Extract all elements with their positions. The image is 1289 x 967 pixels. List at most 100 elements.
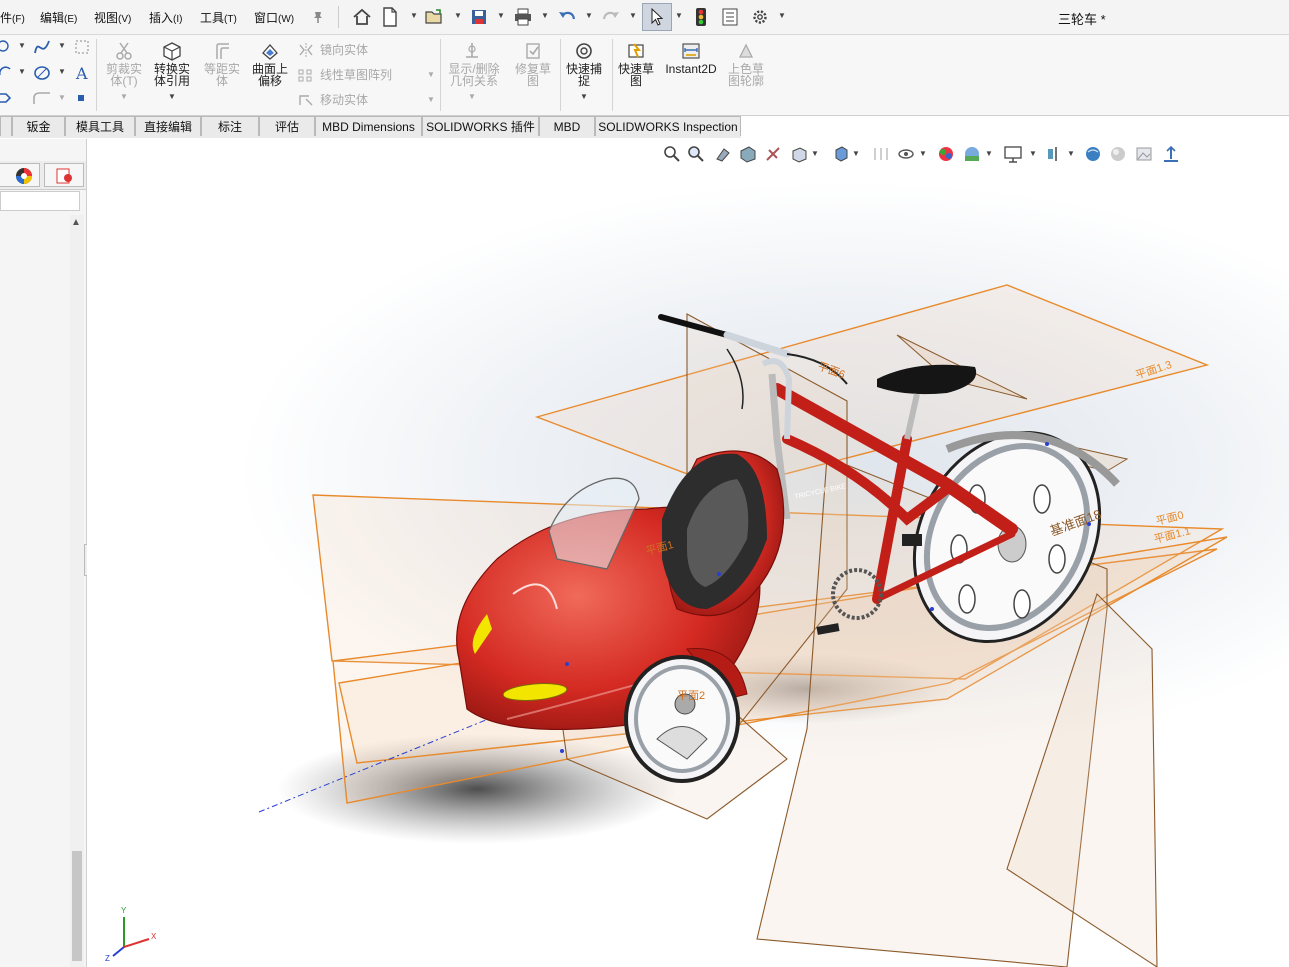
- quick-snaps-button[interactable]: 快速捕捉 ▼: [558, 39, 610, 103]
- menu-tools[interactable]: 工具(T): [200, 9, 237, 26]
- convert-entities-label: 转换实体引用: [153, 62, 190, 88]
- tab-solidworks-inspection[interactable]: SOLIDWORKS Inspection: [595, 116, 741, 136]
- open-icon[interactable]: [422, 5, 446, 29]
- offset-icon: [212, 41, 232, 61]
- relations-icon: [462, 41, 482, 61]
- scrollbar-thumb[interactable]: [72, 851, 82, 961]
- save-icon[interactable]: [467, 5, 491, 29]
- file-properties-icon[interactable]: [718, 5, 742, 29]
- repair-icon: [523, 41, 543, 61]
- triad-z-label: Z: [105, 954, 110, 963]
- instant2d-button[interactable]: Instant2D: [664, 39, 718, 75]
- chevron-down-icon[interactable]: ▼: [58, 93, 66, 102]
- convert-entities-button[interactable]: 转换实体引用 ▼: [146, 39, 198, 103]
- point-grid-icon[interactable]: [74, 39, 90, 58]
- offset-entities-label: 等距实体: [203, 62, 240, 88]
- triad-y-label: Y: [121, 906, 127, 915]
- menu-view[interactable]: 视图(V): [94, 9, 131, 26]
- chevron-down-icon[interactable]: ▼: [629, 11, 637, 20]
- linear-pattern-button: 线性草图阵列: [298, 66, 392, 83]
- fillet-icon: [32, 90, 52, 109]
- chevron-down-icon[interactable]: ▼: [98, 91, 150, 103]
- chevron-down-icon[interactable]: ▼: [446, 91, 498, 103]
- polygon-icon[interactable]: [0, 91, 14, 108]
- line-tool-icon[interactable]: [0, 39, 14, 56]
- pin-icon[interactable]: [306, 5, 330, 29]
- tab-mbd-dimensions[interactable]: MBD Dimensions: [315, 116, 422, 136]
- arc-icon[interactable]: [0, 65, 14, 82]
- display-delete-relations-button: 显示/删除几何关系 ▼: [446, 39, 500, 103]
- chevron-down-icon[interactable]: ▼: [497, 11, 505, 20]
- chevron-down-icon[interactable]: ▼: [18, 67, 26, 76]
- chevron-down-icon[interactable]: ▼: [675, 11, 683, 20]
- menu-edit[interactable]: 编辑(E): [40, 9, 77, 26]
- scroll-up-icon[interactable]: ▲: [71, 217, 81, 228]
- tab-evaluate[interactable]: 评估: [259, 116, 315, 136]
- mirror-entities-button: 镜向实体: [298, 41, 368, 58]
- tab-partial[interactable]: [0, 116, 12, 136]
- svg-text:A: A: [75, 64, 88, 82]
- chevron-down-icon[interactable]: ▼: [454, 11, 462, 20]
- menu-insert[interactable]: 插入(I): [149, 9, 182, 26]
- repair-sketch-label: 修复草图: [514, 62, 551, 88]
- trim-entities-button: 剪裁实体(T) ▼: [98, 39, 150, 103]
- tab-sheet-metal[interactable]: 钣金: [12, 116, 65, 136]
- trim-entities-label: 剪裁实体(T): [105, 62, 142, 88]
- move-entities-button: 移动实体: [298, 91, 368, 108]
- mirror-icon: [299, 42, 313, 57]
- chevron-down-icon[interactable]: ▼: [778, 11, 786, 20]
- display-manager-icon[interactable]: [54, 166, 74, 189]
- mirror-entities-label: 镜向实体: [320, 43, 369, 57]
- appearance-icon[interactable]: [14, 166, 34, 189]
- chevron-down-icon[interactable]: ▼: [541, 11, 549, 20]
- chevron-down-icon[interactable]: ▼: [427, 70, 435, 79]
- new-document-icon[interactable]: [378, 5, 402, 29]
- ellipse-icon[interactable]: [32, 64, 52, 85]
- print-icon[interactable]: [511, 5, 535, 29]
- quick-snaps-label: 快速捕捉: [565, 62, 602, 88]
- text-tool-icon[interactable]: A: [74, 64, 92, 85]
- chevron-down-icon[interactable]: ▼: [18, 41, 26, 50]
- divider: [440, 39, 441, 111]
- display-delete-relations-label: 显示/删除几何关系: [448, 62, 500, 88]
- divider: [338, 6, 339, 28]
- tab-solidworks-addins[interactable]: SOLIDWORKS 插件: [422, 116, 539, 136]
- scissors-icon: [114, 41, 134, 61]
- chevron-down-icon[interactable]: ▼: [58, 67, 66, 76]
- select-icon[interactable]: [642, 3, 672, 31]
- traffic-light-icon[interactable]: [689, 5, 713, 29]
- feature-manager-panel: ▲: [0, 139, 92, 967]
- quick-snaps-icon: [574, 41, 594, 61]
- chevron-down-icon[interactable]: ▼: [558, 91, 610, 103]
- undo-icon[interactable]: [555, 5, 579, 29]
- chevron-down-icon[interactable]: ▼: [585, 11, 593, 20]
- chevron-down-icon[interactable]: ▼: [146, 91, 198, 103]
- shaded-sketch-contours-label: 上色草图轮廓: [727, 62, 764, 88]
- tab-markup[interactable]: 标注: [201, 116, 259, 136]
- chevron-down-icon[interactable]: ▼: [58, 41, 66, 50]
- command-tabs: 钣金 模具工具 直接编辑 标注 评估 MBD Dimensions SOLIDW…: [0, 116, 741, 138]
- tab-mbd[interactable]: MBD: [539, 116, 595, 136]
- rapid-sketch-button[interactable]: 快速草图: [610, 39, 662, 87]
- point-icon[interactable]: [78, 95, 84, 101]
- home-icon[interactable]: [350, 5, 374, 29]
- command-manager: ▼ ▼ ▼ ▼ A ▼ 剪裁实体(T) ▼ 转换实体引用 ▼ 等距实体 曲面上偏…: [0, 35, 1289, 116]
- chevron-down-icon[interactable]: ▼: [427, 95, 435, 104]
- menu-file[interactable]: 件(F): [0, 9, 25, 26]
- chevron-down-icon[interactable]: ▼: [410, 11, 418, 20]
- document-title: 三轮车 *: [1058, 12, 1106, 27]
- spline-icon[interactable]: [32, 38, 52, 59]
- instant2d-label: Instant2D: [665, 62, 717, 76]
- tab-direct-editing[interactable]: 直接编辑: [135, 116, 201, 136]
- offset-on-surface-button[interactable]: 曲面上偏移: [244, 39, 296, 87]
- graphics-viewport[interactable]: ▼ ▼ ▼ ▼ ▼ ▼ 平面1.3 平面1.1 平面0 平面6 平面1 平面2 …: [87, 139, 1289, 967]
- filter-input[interactable]: [0, 191, 80, 211]
- menu-window[interactable]: 窗口(W): [254, 9, 294, 26]
- tab-mold-tools[interactable]: 模具工具: [65, 116, 135, 136]
- tricycle-model-view[interactable]: 平面1.3 平面1.1 平面0 平面6 平面1 平面2 基准面18 TRICYC…: [87, 139, 1289, 967]
- offset-entities-button: 等距实体: [196, 39, 248, 87]
- divider: [96, 39, 97, 111]
- rapid-sketch-icon: [626, 41, 646, 61]
- shaded-sketch-contours-button: 上色草图轮廓: [720, 39, 772, 87]
- options-gear-icon[interactable]: [748, 5, 772, 29]
